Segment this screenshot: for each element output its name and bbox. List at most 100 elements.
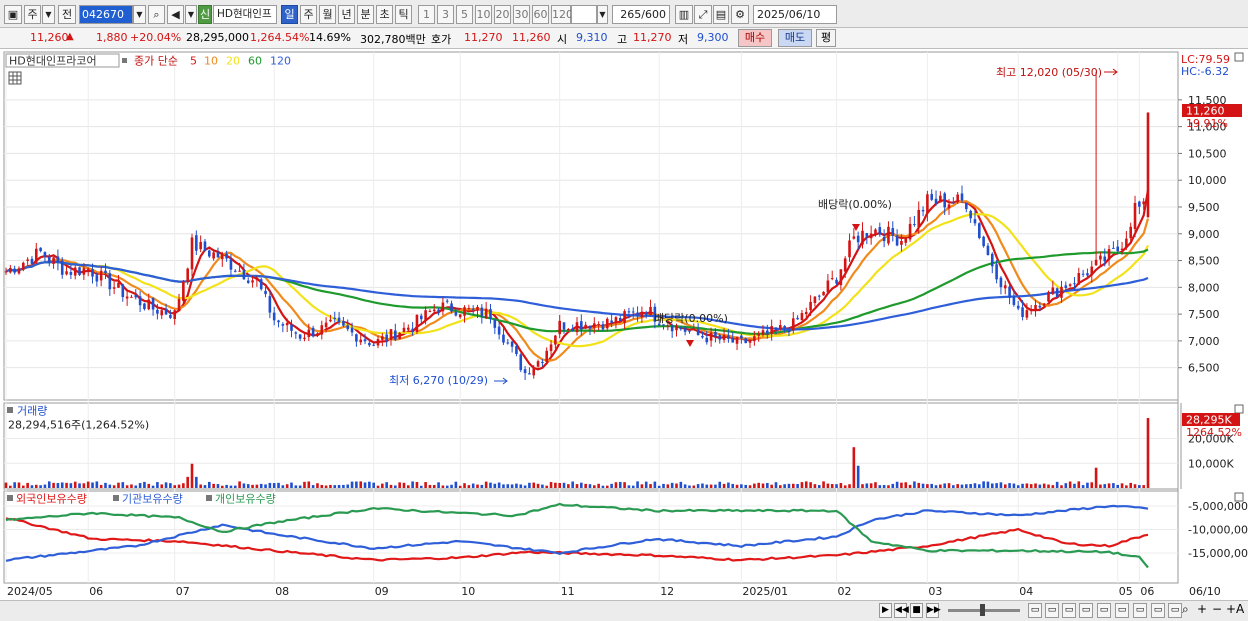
candle-body	[977, 223, 981, 238]
buy-button[interactable]: 매수	[738, 29, 772, 47]
candle-body	[536, 361, 540, 367]
gear-icon[interactable]: ⚙	[731, 5, 749, 24]
prev-button[interactable]: 전	[58, 5, 76, 24]
volume-bar	[779, 485, 782, 488]
volume-bar	[229, 485, 233, 488]
period-type-select[interactable]: 주	[24, 5, 41, 24]
tab-period-5[interactable]: 초	[376, 5, 393, 24]
candle-body	[156, 309, 159, 314]
interval-dropdown-icon[interactable]: ▼	[597, 5, 608, 24]
candle-body	[757, 333, 760, 336]
count-field[interactable]: 265/600	[612, 5, 670, 24]
price-panel-close-icon[interactable]	[1234, 52, 1244, 62]
tab-period-3[interactable]: 년	[338, 5, 355, 24]
view-icon-4[interactable]: ▭	[1079, 603, 1093, 618]
tab-period-6[interactable]: 틱	[395, 5, 412, 24]
zoom-in-icon[interactable]: +	[1197, 602, 1207, 616]
volume-bar	[709, 484, 713, 488]
volume-bar	[960, 484, 964, 488]
interval-custom-input[interactable]	[571, 5, 597, 24]
interval-button-30[interactable]: 30	[513, 5, 530, 24]
speaker-dropdown-icon[interactable]: ▼	[185, 5, 197, 24]
volume-bar	[740, 484, 743, 488]
interval-button-10[interactable]: 10	[475, 5, 492, 24]
interval-button-20[interactable]: 20	[494, 5, 511, 24]
tab-period-2[interactable]: 월	[319, 5, 336, 24]
candle-type-icon[interactable]: ▥	[675, 5, 693, 24]
candle-body	[264, 290, 267, 295]
table-icon[interactable]	[8, 71, 22, 85]
view-icon-5[interactable]: ▭	[1097, 603, 1111, 618]
rewind-icon[interactable]: ◀◀	[894, 603, 909, 618]
volume-bar	[208, 481, 211, 488]
save-icon[interactable]: ▤	[713, 5, 729, 24]
date-field[interactable]: 2025/06/10	[753, 5, 837, 24]
interval-button-3[interactable]: 3	[437, 5, 454, 24]
candle-body	[696, 329, 700, 336]
interval-button-5[interactable]: 5	[456, 5, 473, 24]
volume-bar	[212, 483, 215, 488]
x-tick-label: 2024/05	[7, 585, 53, 598]
speaker-icon[interactable]: ◀	[167, 5, 184, 24]
volume-bar	[225, 484, 228, 488]
volume-bar	[618, 481, 622, 488]
candle-body	[921, 209, 925, 212]
view-icon-7[interactable]: ▭	[1133, 603, 1147, 618]
tab-period-4[interactable]: 분	[357, 5, 374, 24]
candle-body	[272, 312, 276, 321]
volume-bar	[506, 484, 510, 488]
candle-body	[385, 334, 388, 341]
volume-bar	[195, 476, 198, 488]
zoom-search-icon[interactable]: ⌕	[1182, 602, 1189, 617]
sell-button[interactable]: 매도	[778, 29, 812, 47]
candle-body	[640, 312, 644, 318]
stop-icon[interactable]: ■	[910, 603, 923, 618]
chevron-down-icon[interactable]: ▼	[42, 5, 55, 24]
interval-button-120[interactable]: 120	[551, 5, 573, 24]
view-icon-1[interactable]: ▭	[1028, 603, 1042, 618]
candle-body	[411, 328, 414, 331]
candle-body	[791, 318, 795, 331]
volume-panel-close-icon[interactable]	[1234, 404, 1244, 414]
view-icon-6[interactable]: ▭	[1115, 603, 1129, 618]
interval-button-1[interactable]: 1	[418, 5, 435, 24]
volume-bar	[666, 484, 670, 488]
zoom-out-icon[interactable]: −	[1212, 602, 1222, 616]
candle-body	[428, 311, 432, 313]
candle-body	[623, 311, 626, 324]
volume-bar	[324, 485, 328, 488]
volume-panel[interactable]	[3, 402, 1179, 490]
price-panel[interactable]	[3, 51, 1179, 401]
stock-name-field[interactable]: HD현대인프	[213, 5, 277, 24]
view-icon-8[interactable]: ▭	[1151, 603, 1165, 618]
play-icon[interactable]: ▶	[879, 603, 892, 618]
candle-body	[233, 270, 237, 272]
eval-button[interactable]: 평	[816, 29, 836, 47]
volume-bar	[424, 482, 427, 488]
stock-chart[interactable]: 11,50011,00010,50010,0009,5009,0008,5008…	[0, 50, 1248, 602]
zoom-slider-handle[interactable]	[980, 604, 985, 616]
tab-period-1[interactable]: 주	[300, 5, 317, 24]
holdings-panel-close-icon[interactable]	[1234, 492, 1244, 502]
search-icon[interactable]: ⌕	[148, 5, 165, 24]
candle-body	[95, 275, 99, 282]
volume-bar	[467, 485, 471, 488]
volume-bar	[670, 482, 674, 488]
window-menu-icon[interactable]: ▣	[4, 5, 22, 24]
candle-body	[809, 301, 812, 311]
interval-button-60[interactable]: 60	[532, 5, 549, 24]
code-dropdown-icon[interactable]: ▼	[133, 5, 146, 24]
volume-bar	[887, 485, 890, 488]
candle-body	[471, 308, 475, 310]
view-icon-2[interactable]: ▭	[1045, 603, 1059, 618]
price-tick-label: 8,000	[1188, 281, 1220, 294]
volume-bar	[303, 481, 306, 488]
forward-icon[interactable]: ▶▶	[926, 603, 941, 618]
stock-code-input[interactable]: 042670	[79, 5, 133, 24]
line-tool-icon[interactable]: ⤢	[694, 5, 712, 24]
volume-bar	[722, 483, 726, 488]
view-icon-3[interactable]: ▭	[1062, 603, 1076, 618]
view-icon-9[interactable]: ▭	[1168, 603, 1182, 618]
tab-period-0[interactable]: 일	[281, 5, 298, 24]
font-size-icon[interactable]: +A	[1226, 602, 1244, 616]
